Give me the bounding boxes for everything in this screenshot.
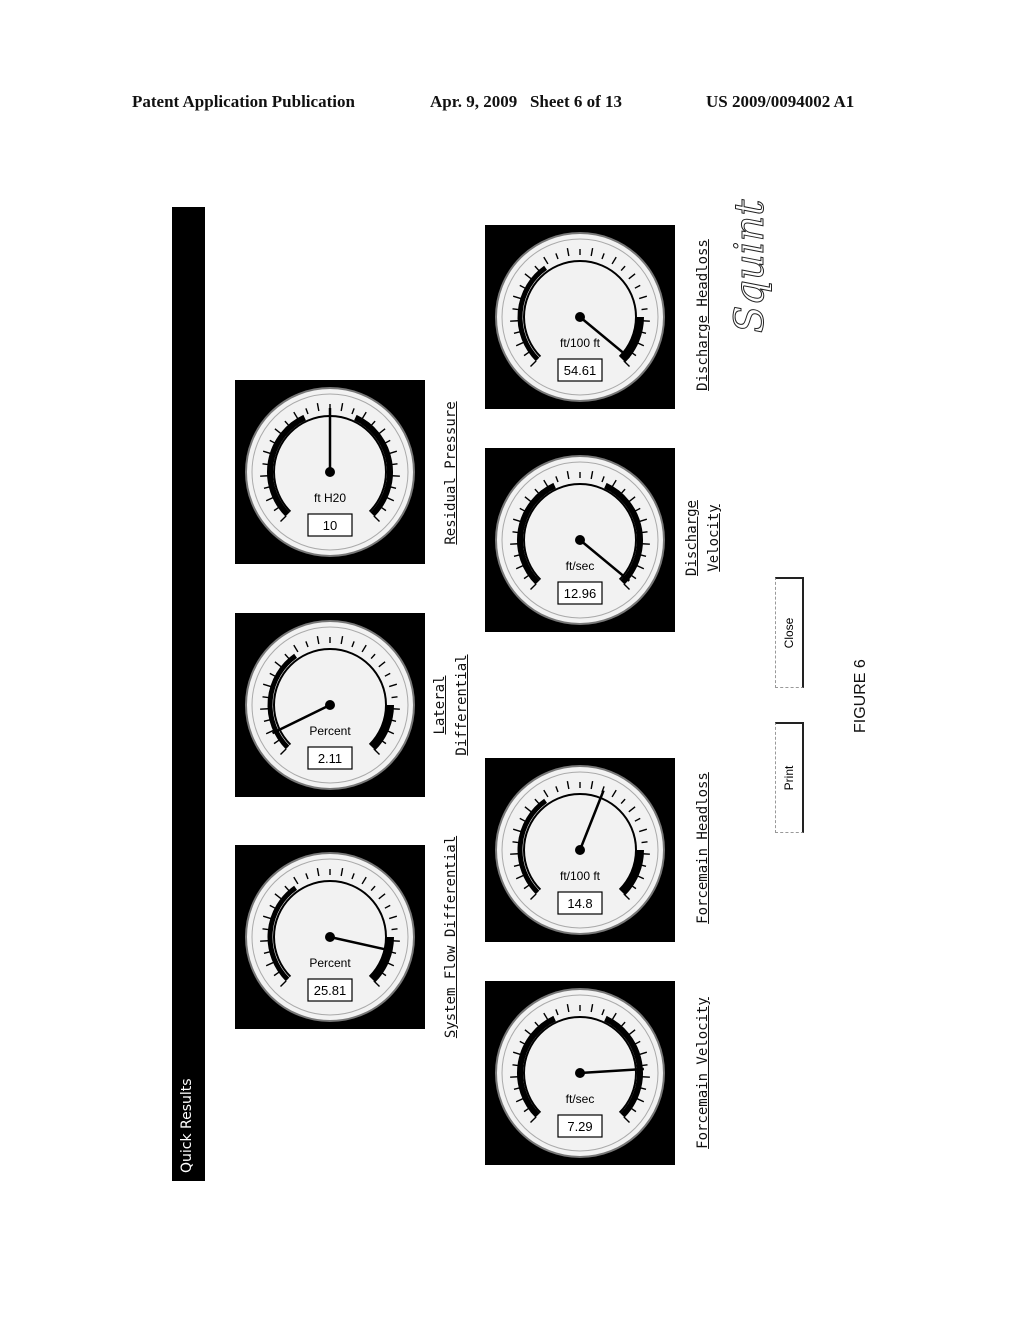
gauge-tick [641, 308, 648, 311]
gauge-tick [512, 1064, 519, 1067]
gauge-face: ft/sec 12.96 [495, 455, 665, 625]
label-residual-pressure: Residual Pressure [443, 401, 459, 545]
label-line: Discharge [684, 500, 700, 576]
label-system-flow-differential: System Flow Differential [443, 835, 459, 1039]
gauge-tick [512, 841, 519, 844]
gauge-hub [575, 535, 585, 545]
gauge-discharge-headloss: ft/100 ft 54.61 [485, 225, 675, 409]
gauge-unit: ft H20 [314, 491, 346, 505]
close-button[interactable]: Close [775, 577, 804, 688]
gauge-value: 2.11 [318, 751, 342, 766]
gauge-face: Percent 25.81 [245, 852, 415, 1022]
gauge-value: 14.8 [567, 896, 592, 911]
gauge-lateral-differential: Percent 2.11 [235, 613, 425, 797]
label-discharge-headloss: Discharge Headloss [695, 239, 711, 391]
gauge-unit: ft/100 ft [560, 869, 601, 883]
gauge-face: ft/100 ft 14.8 [495, 765, 665, 935]
logo: Squint [727, 199, 774, 333]
label-line: Velocity [706, 504, 722, 572]
gauge-value: 25.81 [314, 983, 347, 998]
label-lateral-differential: Lateral Differential [429, 635, 473, 775]
gauge-tick [391, 463, 398, 466]
gauge-tick [391, 696, 398, 699]
gauge-value: 54.61 [564, 363, 597, 378]
figure-caption: FIGURE 6 [852, 659, 869, 733]
patent-number: US 2009/0094002 A1 [706, 92, 855, 111]
label-line: Differential [454, 654, 470, 756]
gauge-hub [325, 932, 335, 942]
gauge-tick [641, 531, 648, 534]
publication-label: Patent Application Publication [132, 92, 355, 111]
gauge-tick [512, 308, 519, 311]
gauge-tick [391, 928, 398, 931]
window-title: Quick Results [179, 1078, 195, 1173]
gauge-hub [325, 700, 335, 710]
gauge-forcemain-velocity: ft/sec 7.29 [485, 981, 675, 1165]
title-bar: Quick Results [172, 207, 205, 1183]
gauge-face: Percent 2.11 [245, 620, 415, 790]
label-line: Lateral [432, 675, 448, 735]
gauge-system-flow-differential: Percent 25.81 [235, 845, 425, 1029]
gauge-hub [575, 1068, 585, 1078]
gauge-value: 10 [323, 518, 337, 533]
gauge-unit: Percent [309, 724, 351, 738]
gauge-unit: ft/100 ft [560, 336, 601, 350]
gauge-hub [325, 467, 335, 477]
gauge-forcemain-headloss: ft/100 ft 14.8 [485, 758, 675, 942]
gauge-residual-pressure: ft H20 10 [235, 380, 425, 564]
gauge-tick [512, 531, 519, 534]
gauge-tick [641, 1064, 648, 1067]
gauge-hub [575, 845, 585, 855]
print-button[interactable]: Print [775, 722, 804, 833]
gauge-tick [262, 928, 269, 931]
gauge-tick [641, 841, 648, 844]
gauge-discharge-velocity: ft/sec 12.96 [485, 448, 675, 632]
quick-results-window: Quick Results Percent 25.81 Percent 2.11 f… [172, 199, 880, 1183]
label-discharge-velocity: Discharge Velocity [681, 473, 725, 603]
gauge-face: ft/sec 7.29 [495, 988, 665, 1158]
gauge-unit: ft/sec [566, 559, 595, 573]
date-sheet-label: Apr. 9, 2009 Sheet 6 of 13 [430, 92, 623, 111]
gauge-tick [262, 463, 269, 466]
gauge-value: 12.96 [564, 586, 597, 601]
gauge-hub [575, 312, 585, 322]
gauge-unit: Percent [309, 956, 351, 970]
gauge-unit: ft/sec [566, 1092, 595, 1106]
label-forcemain-headloss: Forcemain Headloss [695, 772, 711, 924]
label-forcemain-velocity: Forcemain Velocity [695, 997, 711, 1149]
gauge-value: 7.29 [567, 1119, 592, 1134]
gauge-face: ft H20 10 [245, 387, 415, 557]
gauge-face: ft/100 ft 54.61 [495, 232, 665, 402]
gauge-tick [262, 696, 269, 699]
